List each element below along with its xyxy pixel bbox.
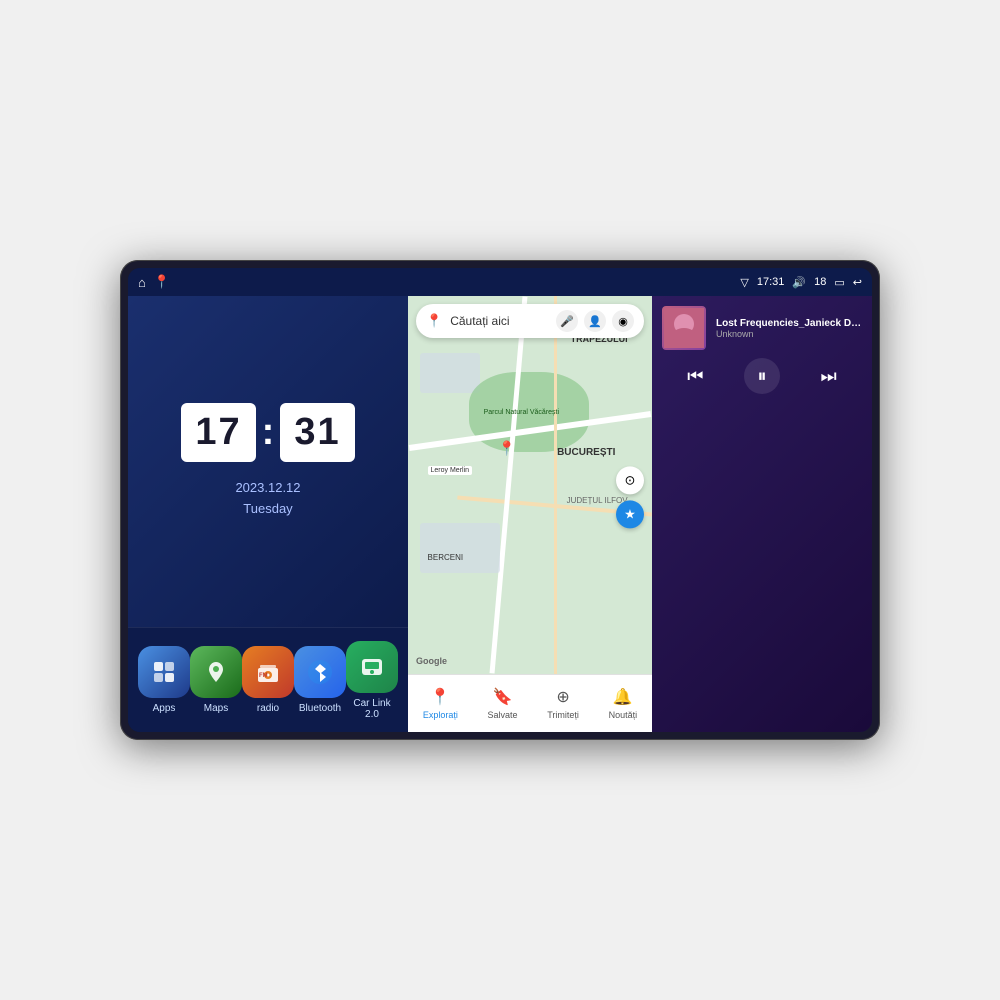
maps-icon [190, 646, 242, 698]
map-block-1 [420, 353, 480, 393]
app-item-maps[interactable]: Maps [190, 646, 242, 714]
status-bar: ⌂ 📍 ▽ 17:31 🔊 18 ▭ ↩ [128, 268, 872, 296]
news-icon: 🔔 [613, 687, 633, 707]
signal-icon: ▽ [740, 276, 748, 289]
map-location-btn[interactable]: ⊙ [616, 466, 644, 494]
day-value: Tuesday [235, 499, 300, 520]
carlink-label: Car Link 2.0 [346, 698, 398, 720]
left-panel: 17 : 31 2023.12.12 Tuesday [128, 296, 408, 732]
status-right: ▽ 17:31 🔊 18 ▭ ↩ [740, 276, 862, 289]
map-area[interactable]: TRAPEZULUI BUCUREȘTI JUDEȚUL ILFOV BERCE… [408, 296, 652, 674]
maps-status-icon[interactable]: 📍 [154, 274, 170, 290]
status-left: ⌂ 📍 [138, 274, 170, 290]
music-info: Lost Frequencies_Janieck Devy-... Unknow… [716, 318, 862, 339]
map-nav-share[interactable]: ⊕ Trimiteți [547, 687, 579, 720]
news-label: Noutăți [609, 710, 638, 720]
main-content: 17 : 31 2023.12.12 Tuesday [128, 296, 872, 732]
bluetooth-icon [294, 646, 346, 698]
music-play-btn[interactable]: ⏸ [744, 358, 780, 394]
map-block-2 [420, 523, 500, 573]
device-screen: ⌂ 📍 ▽ 17:31 🔊 18 ▭ ↩ 17 : [128, 268, 872, 732]
map-controls: ⊙ ★ [616, 466, 644, 528]
music-top: Lost Frequencies_Janieck Devy-... Unknow… [662, 306, 862, 350]
map-label-berceni: BERCENI [428, 553, 464, 562]
share-icon: ⊕ [556, 687, 569, 707]
map-background: TRAPEZULUI BUCUREȘTI JUDEȚUL ILFOV BERCE… [408, 296, 652, 674]
map-layers-btn[interactable]: ◉ [612, 310, 634, 332]
map-label-leroy: Leroy Merlin [428, 466, 473, 475]
saved-icon: 🔖 [493, 687, 513, 707]
map-road-vertical-1 [489, 297, 527, 674]
home-icon[interactable]: ⌂ [138, 275, 146, 290]
music-controls: ⏮ ⏸ ⏭ [662, 358, 862, 394]
clock-colon: : [262, 411, 275, 454]
music-prev-btn[interactable]: ⏮ [677, 358, 713, 394]
music-player: Lost Frequencies_Janieck Devy-... Unknow… [652, 296, 872, 732]
apps-bar: Apps Maps [128, 627, 408, 732]
map-nav-saved[interactable]: 🔖 Salvate [488, 687, 518, 720]
clock-display: 17 : 31 [181, 403, 354, 462]
apps-label: Apps [153, 703, 176, 714]
map-search-text: Căutați aici [450, 314, 548, 328]
map-voice-search-btn[interactable]: 🎤 [556, 310, 578, 332]
app-item-bluetooth[interactable]: Bluetooth [294, 646, 346, 714]
maps-label: Maps [204, 703, 228, 714]
svg-text:FM: FM [259, 673, 268, 679]
map-search-bar[interactable]: 📍 Căutați aici 🎤 👤 ◉ [416, 304, 644, 338]
right-panel: TRAPEZULUI BUCUREȘTI JUDEȚUL ILFOV BERCE… [408, 296, 652, 732]
volume-icon: 🔊 [792, 276, 806, 289]
car-display-device: ⌂ 📍 ▽ 17:31 🔊 18 ▭ ↩ 17 : [120, 260, 880, 740]
explore-icon: 📍 [430, 687, 450, 707]
bluetooth-label: Bluetooth [299, 703, 341, 714]
share-label: Trimiteți [547, 710, 579, 720]
app-item-carlink[interactable]: Car Link 2.0 [346, 641, 398, 720]
status-time: 17:31 [757, 276, 785, 288]
map-navigate-btn[interactable]: ★ [616, 500, 644, 528]
volume-level: 18 [814, 276, 826, 288]
map-pin: 📍 [498, 440, 515, 457]
music-album-art [662, 306, 706, 350]
clock-minutes: 31 [280, 403, 354, 462]
clock-widget: 17 : 31 2023.12.12 Tuesday [128, 296, 408, 627]
google-logo: Google [416, 656, 447, 666]
battery-icon: ▭ [834, 276, 844, 289]
map-label-parcul: Parcul Natural Văcărești [476, 409, 566, 416]
map-nav-news[interactable]: 🔔 Noutăți [609, 687, 638, 720]
map-nav-explore[interactable]: 📍 Explorați [423, 687, 458, 720]
clock-hours: 17 [181, 403, 255, 462]
explore-label: Explorați [423, 710, 458, 720]
radio-icon: FM [242, 646, 294, 698]
map-road-vertical-2 [554, 296, 557, 674]
carlink-icon [346, 641, 398, 693]
app-item-radio[interactable]: FM radio [242, 646, 294, 714]
map-label-bucuresti: BUCUREȘTI [557, 447, 615, 458]
apps-icon [138, 646, 190, 698]
app-item-apps[interactable]: Apps [138, 646, 190, 714]
map-account-btn[interactable]: 👤 [584, 310, 606, 332]
music-artist: Unknown [716, 329, 862, 339]
radio-label: radio [257, 703, 279, 714]
music-title: Lost Frequencies_Janieck Devy-... [716, 318, 862, 329]
maps-search-pin-icon: 📍 [426, 313, 442, 329]
map-bottom-bar: 📍 Explorați 🔖 Salvate ⊕ Trimiteți 🔔 Nout… [408, 674, 652, 732]
date-value: 2023.12.12 [235, 478, 300, 499]
music-next-btn[interactable]: ⏭ [811, 358, 847, 394]
saved-label: Salvate [488, 710, 518, 720]
map-search-icons: 🎤 👤 ◉ [556, 310, 634, 332]
back-icon[interactable]: ↩ [853, 276, 862, 289]
clock-date: 2023.12.12 Tuesday [235, 478, 300, 520]
